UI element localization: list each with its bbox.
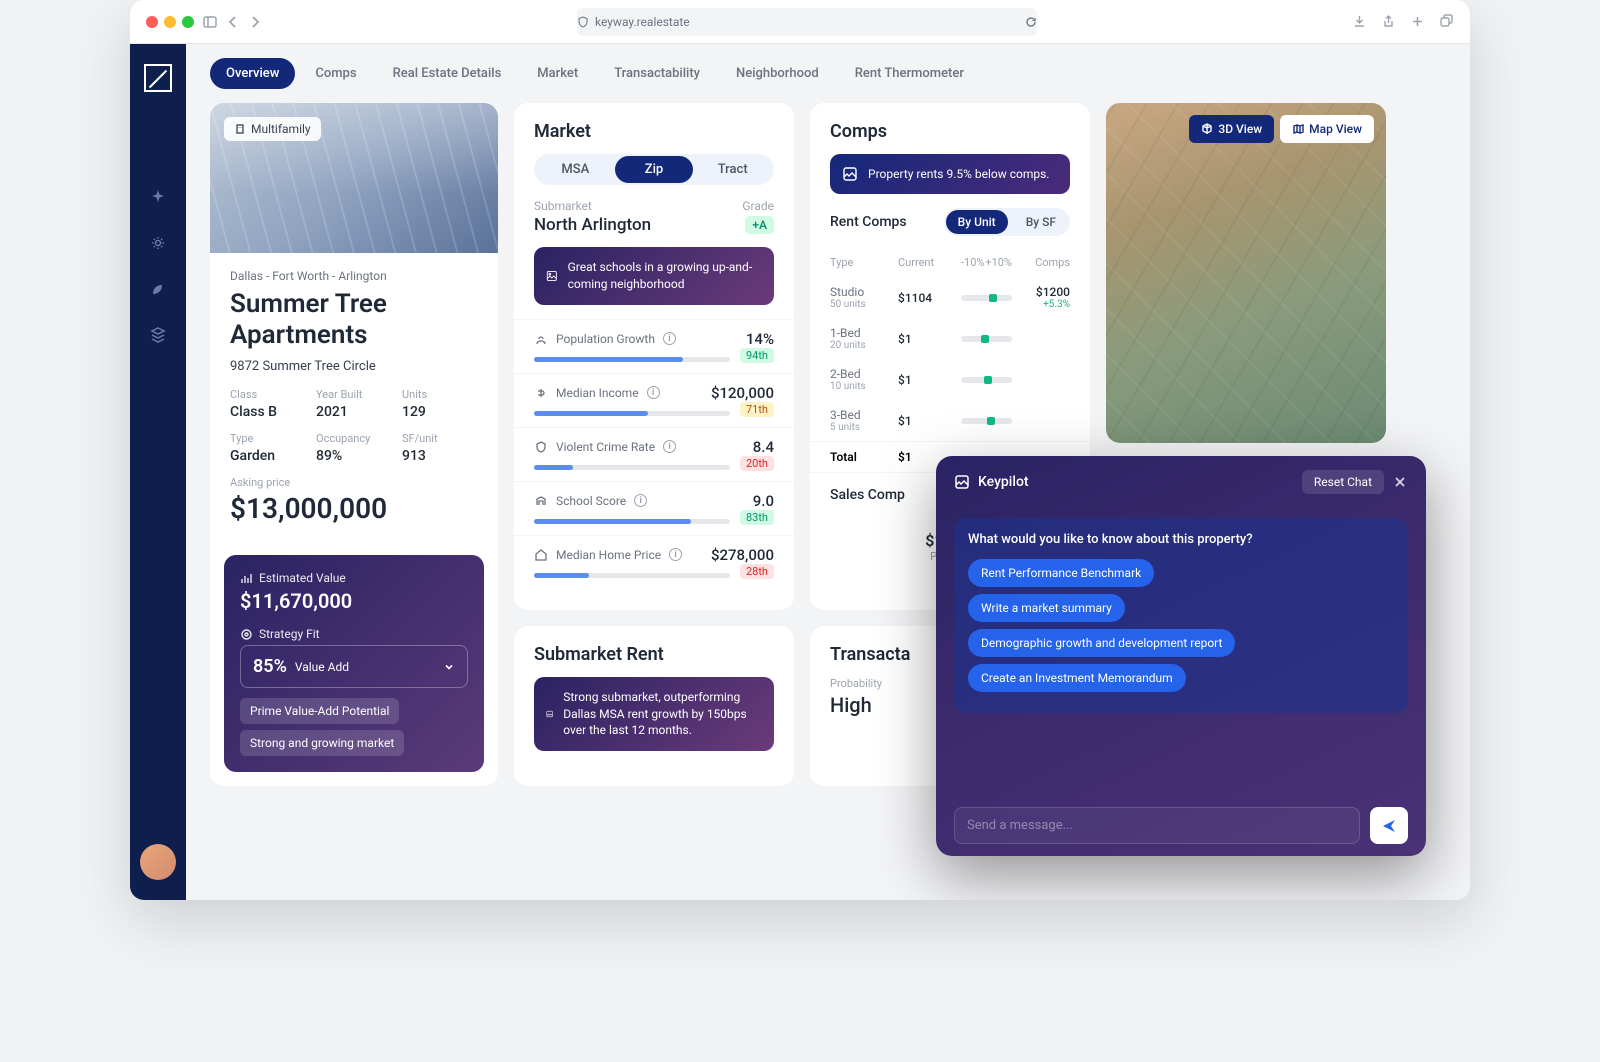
submarket-rent-card: Submarket Rent Strong submarket, outperf… bbox=[514, 626, 794, 787]
comps-table-header: TypeCurrent -10%+10% Comps bbox=[810, 248, 1090, 277]
comps-insight-banner: Property rents 9.5% below comps. bbox=[830, 154, 1070, 194]
valuation-box: Estimated Value $11,670,000 Strategy Fit… bbox=[224, 555, 484, 772]
market-insight-banner: Great schools in a growing up-and-coming… bbox=[534, 247, 774, 305]
market-stat-row: Population Growthi14% 94th bbox=[514, 319, 794, 373]
suggestion-chip[interactable]: Rent Performance Benchmark bbox=[968, 559, 1154, 587]
seg-by-sf[interactable]: By SF bbox=[1014, 210, 1068, 234]
property-name: Summer Tree Apartments bbox=[230, 289, 478, 351]
breadcrumb: Dallas - Fort Worth - Arlington bbox=[230, 269, 478, 283]
image-icon bbox=[546, 267, 558, 285]
download-icon[interactable] bbox=[1352, 14, 1367, 29]
suggestion-chip[interactable]: Write a market summary bbox=[968, 594, 1125, 622]
submarket-name: North Arlington bbox=[534, 215, 651, 235]
comps-row: 2-Bed10 units $1 bbox=[810, 359, 1090, 400]
building-icon bbox=[234, 123, 246, 135]
chat-question: What would you like to know about this p… bbox=[968, 532, 1394, 547]
forward-icon[interactable] bbox=[248, 15, 262, 29]
chart-icon bbox=[240, 572, 253, 585]
browser-titlebar: keyway.realestate bbox=[130, 0, 1470, 44]
url-text: keyway.realestate bbox=[595, 15, 690, 29]
market-card: Market MSA Zip Tract SubmarketGrade Nort… bbox=[514, 103, 794, 610]
submarket-banner: Strong submarket, outperforming Dallas M… bbox=[534, 677, 774, 751]
map-card[interactable]: 3D View Map View bbox=[1106, 103, 1386, 443]
nav-tabs: Overview Comps Real Estate Details Marke… bbox=[186, 44, 1470, 103]
tab-overview[interactable]: Overview bbox=[210, 58, 295, 89]
sidebar-toggle-icon[interactable] bbox=[202, 14, 218, 30]
chevron-down-icon bbox=[443, 661, 455, 673]
share-icon[interactable] bbox=[1381, 14, 1396, 29]
map-icon bbox=[1292, 123, 1304, 135]
market-stat-row: Median Incomei$120,000 71th bbox=[514, 373, 794, 427]
rent-comps-label: Rent Comps bbox=[830, 214, 907, 230]
suggestion-chip[interactable]: Demographic growth and development repor… bbox=[968, 629, 1235, 657]
layers-icon[interactable] bbox=[149, 326, 167, 344]
shield-icon bbox=[577, 16, 589, 28]
keypilot-chat: Keypilot Reset Chat What would you like … bbox=[936, 456, 1426, 856]
comps-unit-segment: By Unit By SF bbox=[944, 208, 1070, 236]
tag-chip: Prime Value-Add Potential bbox=[240, 698, 399, 724]
seg-msa[interactable]: MSA bbox=[536, 156, 615, 183]
suggestion-chip[interactable]: Create an Investment Memorandum bbox=[968, 664, 1186, 692]
market-scope-segment: MSA Zip Tract bbox=[534, 154, 774, 185]
market-stat-row: Median Home Pricei$278,000 28th bbox=[514, 535, 794, 589]
keypilot-icon bbox=[954, 474, 970, 490]
logo-icon[interactable] bbox=[144, 64, 172, 92]
estimated-value: $11,670,000 bbox=[240, 589, 468, 613]
probability-value: High bbox=[830, 693, 882, 717]
tag-chip: Strong and growing market bbox=[240, 730, 404, 756]
image-icon bbox=[842, 166, 858, 182]
grade-badge: +A bbox=[745, 216, 774, 234]
sparkle-icon[interactable] bbox=[149, 188, 167, 206]
card-title: Submarket Rent bbox=[514, 626, 794, 677]
cube-icon bbox=[1201, 123, 1213, 135]
close-icon[interactable] bbox=[1392, 474, 1408, 490]
chat-prompt-card: What would you like to know about this p… bbox=[954, 518, 1408, 713]
comps-row: Studio50 units $1104 $1200+5.3% bbox=[810, 277, 1090, 318]
gear-icon[interactable] bbox=[149, 234, 167, 252]
app-sidebar bbox=[130, 44, 186, 900]
back-icon[interactable] bbox=[226, 15, 240, 29]
comps-row: 3-Bed5 units $1 bbox=[810, 400, 1090, 441]
leaf-icon[interactable] bbox=[149, 280, 167, 298]
card-title: Comps bbox=[810, 103, 1090, 154]
avatar[interactable] bbox=[140, 844, 176, 880]
send-icon bbox=[1381, 818, 1397, 834]
tab-comps[interactable]: Comps bbox=[299, 58, 372, 89]
image-icon bbox=[546, 705, 553, 723]
property-type-badge: Multifamily bbox=[224, 117, 321, 141]
3d-view-button[interactable]: 3D View bbox=[1189, 115, 1274, 143]
market-stat-row: School Scorei9.0 83th bbox=[514, 481, 794, 535]
tab-market[interactable]: Market bbox=[521, 58, 594, 89]
tab-transactability[interactable]: Transactability bbox=[598, 58, 716, 89]
send-button[interactable] bbox=[1370, 807, 1408, 844]
market-stat-row: Violent Crime Ratei8.4 20th bbox=[514, 427, 794, 481]
card-title: Market bbox=[514, 103, 794, 154]
refresh-icon[interactable] bbox=[1025, 16, 1037, 28]
seg-by-unit[interactable]: By Unit bbox=[946, 210, 1008, 234]
window-controls[interactable] bbox=[146, 16, 194, 28]
seg-tract[interactable]: Tract bbox=[693, 156, 772, 183]
url-bar[interactable]: keyway.realestate bbox=[577, 8, 1037, 36]
seg-zip[interactable]: Zip bbox=[615, 156, 694, 183]
tab-neighborhood[interactable]: Neighborhood bbox=[720, 58, 835, 89]
property-card: Multifamily Dallas - Fort Worth - Arling… bbox=[210, 103, 498, 786]
map-view-button[interactable]: Map View bbox=[1280, 115, 1374, 143]
comps-row: 1-Bed20 units $1 bbox=[810, 318, 1090, 359]
property-address: 9872 Summer Tree Circle bbox=[230, 359, 478, 374]
asking-price: $13,000,000 bbox=[230, 492, 478, 525]
chat-input[interactable] bbox=[954, 807, 1360, 844]
target-icon bbox=[240, 628, 253, 641]
strategy-fit-selector[interactable]: 85% Value Add bbox=[240, 645, 468, 688]
tab-rent-thermometer[interactable]: Rent Thermometer bbox=[839, 58, 980, 89]
chat-title: Keypilot bbox=[978, 474, 1294, 490]
plus-icon[interactable] bbox=[1410, 14, 1425, 29]
property-image: Multifamily bbox=[210, 103, 498, 253]
tabs-icon[interactable] bbox=[1439, 14, 1454, 29]
reset-chat-button[interactable]: Reset Chat bbox=[1302, 470, 1384, 494]
tab-details[interactable]: Real Estate Details bbox=[377, 58, 518, 89]
